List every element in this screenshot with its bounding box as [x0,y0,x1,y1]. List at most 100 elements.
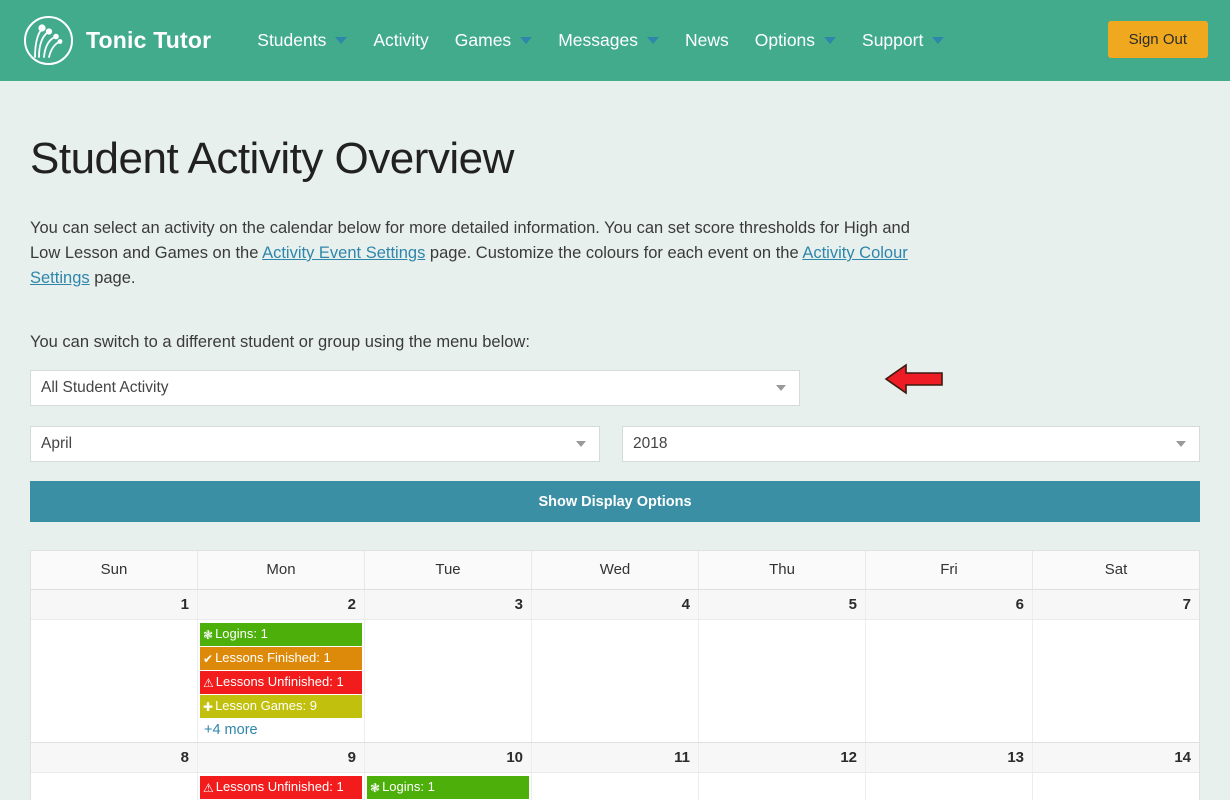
calendar-day-number[interactable]: 10 [365,743,532,772]
chevron-down-icon [932,37,945,44]
month-select[interactable]: April [30,426,600,462]
calendar-cell[interactable]: ❃Logins: 1 ✔Lessons Finished: 1 [365,773,532,800]
chevron-down-icon [335,37,348,44]
event-badge-label: Lessons Unfinished: 1 [215,674,344,689]
calendar-day-number[interactable]: 8 [31,743,198,772]
calendar-cell[interactable] [866,773,1033,800]
calendar-day-number[interactable]: 4 [532,590,699,619]
chevron-down-icon [576,441,586,447]
nav-item-games[interactable]: Games [442,20,545,61]
intro-text-part3: page. [89,269,136,287]
calendar-cell[interactable] [31,773,198,800]
event-badge-lessons-finished[interactable]: ✔ Lessons Finished: 1 [200,647,362,670]
nav-item-label: Students [257,30,327,50]
calendar-week-cells: ⚠Lessons Unfinished: 1 ✚Lesson Games: 4 … [31,773,1199,800]
event-badge-label: Lessons Finished: 1 [215,650,331,665]
nav-item-news[interactable]: News [672,20,742,61]
calendar-day-header-sat: Sat [1104,561,1128,578]
calendar-day-header-wed: Wed [532,551,699,589]
month-year-row: April 2018 [30,426,1200,462]
key-icon: ❃ [203,628,214,642]
chevron-down-icon [520,37,533,44]
plus-icon: ✚ [203,700,214,714]
warning-triangle-icon: ⚠ [203,781,214,795]
event-badge-lessons-unfinished[interactable]: ⚠ Lessons Unfinished: 1 [200,776,362,799]
calendar-cell[interactable] [31,620,198,742]
year-select-value: 2018 [633,435,668,452]
switch-student-note: You can switch to a different student or… [30,333,530,351]
calendar-cell[interactable] [866,620,1033,742]
calendar-day-header-fri: Fri [866,551,1033,589]
calendar-cell[interactable] [1033,773,1199,800]
calendar-cell[interactable] [1033,620,1199,742]
chevron-down-icon [776,385,786,391]
event-badge-label: Lessons Unfinished: 1 [215,779,344,794]
page-content: Student Activity Overview You can select… [0,134,1230,800]
nav-item-label: Activity [373,30,429,50]
calendar-day-number[interactable]: 5 [699,590,866,619]
nav-item-support[interactable]: Support [849,20,957,61]
sign-out-button[interactable]: Sign Out [1107,21,1208,58]
calendar-day-number[interactable]: 14 [1033,743,1199,772]
calendar-week-row: 8 9 10 11 12 13 14 ⚠ Lessons Unfinished: … [31,742,1199,800]
event-badge-label: Logins: 1 [215,626,268,641]
calendar-cell[interactable] [365,620,532,742]
calendar-day-number[interactable]: 2 [198,590,365,619]
calendar-day-numbers: 8 9 10 11 12 13 14 [31,743,1199,773]
calendar-day-number[interactable]: 11 [532,743,699,772]
check-icon: ✔ [203,652,214,666]
key-icon: ❃ [370,781,381,795]
calendar-day-numbers: 1 2 3 4 5 6 7 [31,590,1199,620]
calendar-cell[interactable] [699,620,866,742]
nav-item-messages[interactable]: Messages [545,20,672,61]
more-events-link[interactable]: +4 more [200,719,362,738]
event-badge-lesson-games[interactable]: ✚ Lesson Games: 9 [200,695,362,718]
nav-item-students[interactable]: Students [244,20,360,61]
event-badge-lessons-unfinished[interactable]: ⚠ Lessons Unfinished: 1 [200,671,362,694]
calendar-week-cells: ❃ Logins: 1 ✔ Lessons Finished: 1 ⚠ Lessons… [31,620,1199,742]
calendar-day-number[interactable]: 7 [1033,590,1199,619]
nav-item-activity[interactable]: Activity [360,20,441,61]
brand-home-link[interactable]: Tonic Tutor [24,16,211,65]
student-select-value: All Student Activity [41,379,169,396]
intro-text-part2: page. Customize the colours for each eve… [425,244,803,262]
calendar-day-header-sun: Sun [31,551,198,589]
activity-calendar: Sun Mon Tue Wed Thu Fri Sat 1 2 3 4 5 6 … [30,550,1200,800]
nav-item-label: Support [862,30,924,50]
calendar-day-header-tue: Tue [365,551,532,589]
calendar-day-number[interactable]: 1 [31,590,198,619]
page-title: Student Activity Overview [30,134,514,183]
calendar-day-headers: Sun Mon Tue Wed Thu Fri Sat [31,551,1199,589]
calendar-day-number[interactable]: 6 [866,590,1033,619]
calendar-day-header-thu: Thu [699,551,866,589]
red-left-arrow-annotation [884,362,944,396]
calendar-cell[interactable] [532,773,699,800]
calendar-day-number[interactable]: 3 [365,590,532,619]
calendar-day-number[interactable]: 13 [866,743,1033,772]
year-select[interactable]: 2018 [622,426,1200,462]
calendar-day-number[interactable]: 12 [699,743,866,772]
chevron-down-icon [1176,441,1186,447]
calendar-week-row: 1 2 3 4 5 6 7 ❃ Logins: 1 ✔ Lessons Finish… [31,589,1199,742]
month-select-value: April [41,435,73,452]
show-display-options-button[interactable]: Show Display Options [30,481,1200,522]
nav-item-label: Games [454,30,512,50]
activity-event-settings-link[interactable]: Activity Event Settings [262,244,425,262]
nav-item-label: Messages [558,30,638,50]
calendar-cell[interactable] [699,773,866,800]
intro-paragraph: You can select an activity on the calend… [30,216,910,291]
calendar-cell[interactable]: ⚠Lessons Unfinished: 1 ✚Lesson Games: 4 [198,773,365,800]
student-select[interactable]: All Student Activity [30,370,800,406]
calendar-day-header-mon: Mon [198,551,365,589]
nav-item-options[interactable]: Options [742,20,849,61]
calendar-cell[interactable]: ❃ Logins: 1 ✔ Lessons Finished: 1 ⚠ Lessons… [198,620,365,742]
tonic-tutor-logo-icon [24,16,73,65]
calendar-cell[interactable] [532,620,699,742]
event-badge-logins[interactable]: ❃ Logins: 1 [367,776,529,799]
calendar-day-number[interactable]: 9 [198,743,365,772]
nav-item-label: Options [754,30,816,50]
chevron-down-icon [646,37,659,44]
brand-name: Tonic Tutor [86,27,212,53]
event-badge-logins[interactable]: ❃ Logins: 1 [200,623,362,646]
chevron-down-icon [824,37,837,44]
